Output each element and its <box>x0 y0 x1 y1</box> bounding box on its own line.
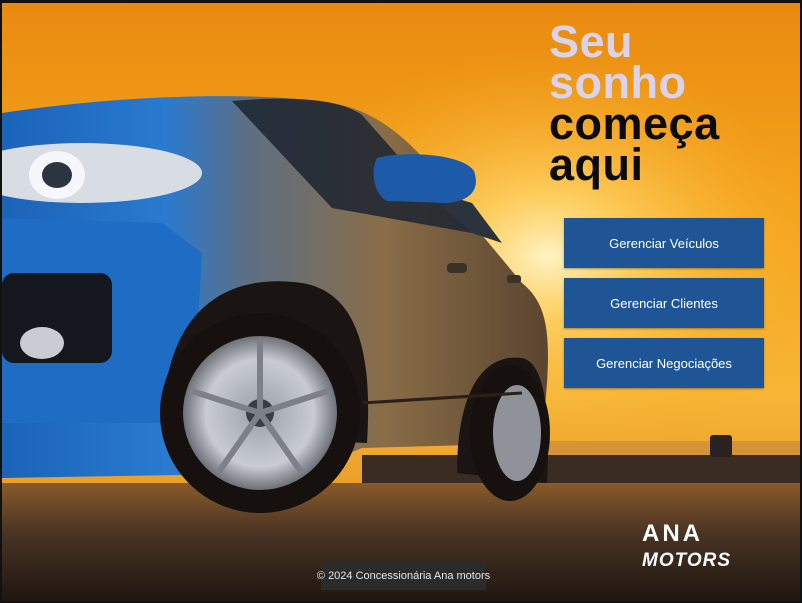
brand-logo: ANA MOTORS <box>642 520 731 572</box>
brand-logo-line-2: MOTORS <box>642 550 732 571</box>
manage-clients-button[interactable]: Gerenciar Clientes <box>564 278 764 328</box>
headline-line-1: Seu <box>549 16 634 67</box>
brand-logo-line-1: ANA <box>642 520 703 547</box>
headline-line-2: sonho <box>549 57 687 108</box>
headline-line-3: começa <box>549 98 720 149</box>
footer-copyright: © 2024 Concessionária Ana motors <box>317 562 490 590</box>
manage-deals-button[interactable]: Gerenciar Negociações <box>564 338 764 388</box>
app-window: Seu sonho começa aqui Gerenciar Veículos… <box>0 0 802 603</box>
headline-line-4: aqui <box>549 139 644 190</box>
hero-headline: Seu sonho começa aqui <box>549 16 720 190</box>
manage-vehicles-button[interactable]: Gerenciar Veículos <box>564 218 764 268</box>
